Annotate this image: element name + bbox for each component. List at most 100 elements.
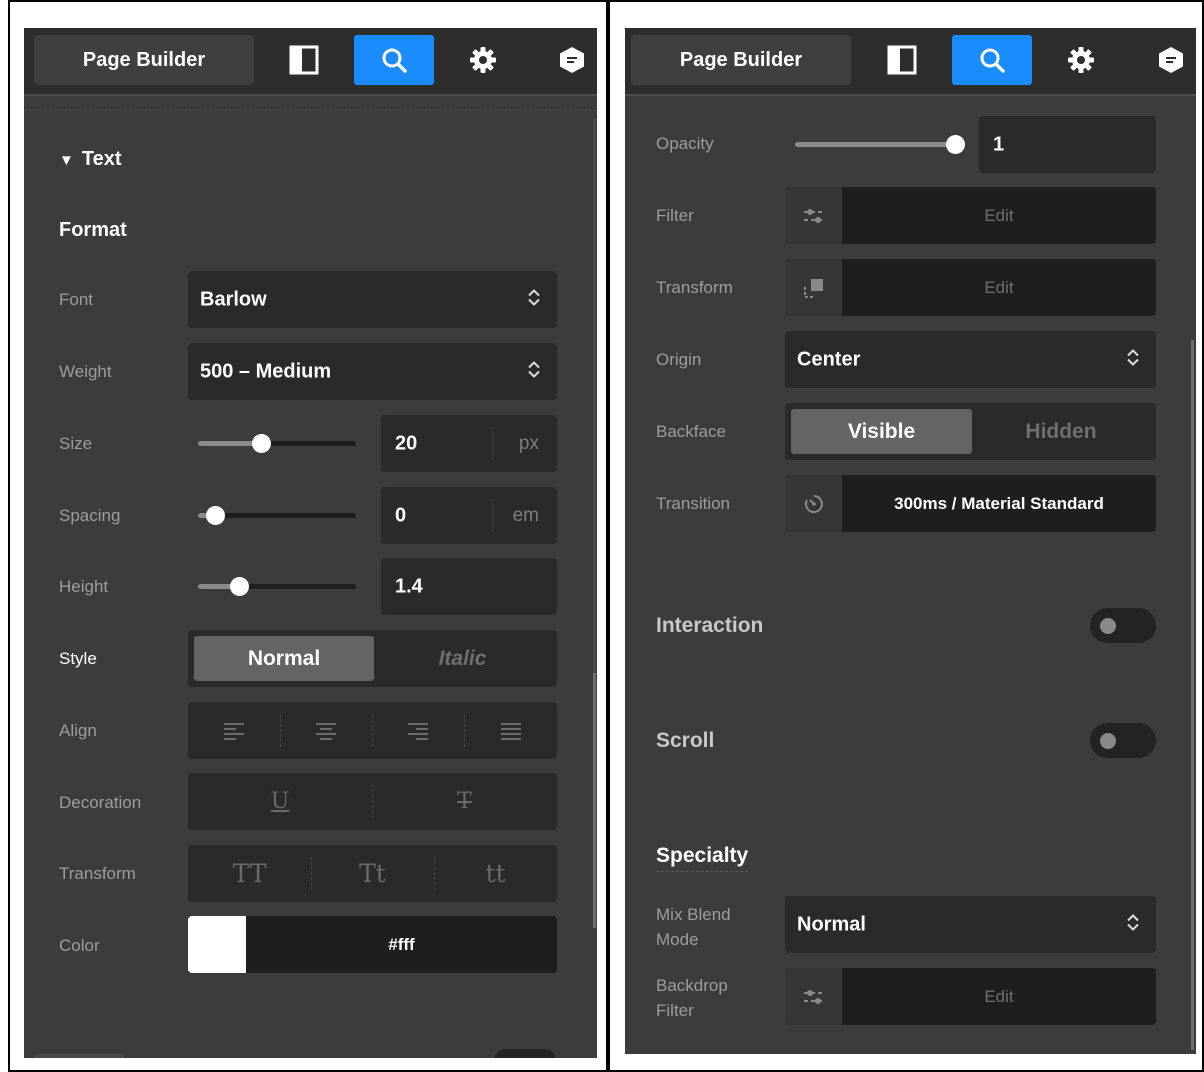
backface-hidden-option[interactable]: Hidden [972,409,1150,454]
transform-label: Transform [59,864,136,883]
search-icon[interactable] [354,35,434,85]
caret-down-icon: ▼ [59,152,74,169]
backdrop-filter-label: Backdrop Filter [656,973,728,1023]
align-right-icon[interactable] [372,702,464,759]
layout-panel-icon[interactable] [279,35,329,85]
filter-edit-button[interactable]: Edit [785,187,1156,244]
chevron-updown-icon [527,359,541,384]
toggle-cutoff [494,1049,556,1058]
decoration-label: Decoration [59,793,142,812]
font-select[interactable]: Barlow [188,271,557,328]
scrollbar-thumb[interactable] [593,673,596,928]
toggle-knob [1100,733,1116,749]
align-justify-icon[interactable] [464,702,557,759]
style-label: Style [59,649,97,668]
backface-label: Backface [656,422,726,441]
decoration-group: U T [188,773,557,830]
underline-icon[interactable]: U [188,773,372,830]
backdrop-filter-edit-button[interactable]: Edit [785,968,1156,1025]
size-label: Size [59,434,93,453]
sliders-icon [785,187,842,244]
filter-label: Filter [656,206,694,225]
spacing-value: 0 [395,504,407,526]
scrollbar-thumb[interactable] [1191,340,1194,1050]
color-value: #fff [388,934,415,954]
gear-icon[interactable] [1056,35,1106,85]
weight-select[interactable]: 500 – Medium [188,343,557,400]
spacing-slider[interactable] [198,506,356,525]
filter-edit-text: Edit [984,205,1014,225]
document-hex-icon[interactable] [1146,35,1196,85]
transform-edit-button[interactable]: Edit [785,259,1156,316]
search-icon[interactable] [952,35,1032,85]
strikethrough-icon[interactable]: T [372,773,557,830]
origin-value: Center [797,348,861,370]
color-swatch[interactable] [188,916,246,973]
layout-panel-icon[interactable] [877,35,927,85]
size-unit: px [518,432,539,454]
scroll-toggle[interactable] [1090,723,1156,758]
align-center-icon[interactable] [280,702,372,759]
section-title: Text [81,148,122,170]
backface-visible-option[interactable]: Visible [791,409,972,454]
mix-blend-label-line2: Mode [656,930,699,949]
divider [492,499,493,532]
style-normal-option[interactable]: Normal [194,636,374,681]
font-value: Barlow [200,288,267,310]
scroll-heading: Scroll [656,729,715,752]
spacing-label: Spacing [59,506,121,525]
backdrop-edit-text: Edit [984,986,1014,1006]
align-group [188,702,557,759]
divider [24,110,597,111]
opacity-slider[interactable] [795,135,965,154]
size-slider[interactable] [198,434,356,453]
weight-value: 500 – Medium [200,360,332,382]
text-settings-panel: Page Builder ▼ Text Format Font Barlow We… [24,28,597,1058]
chevron-updown-icon [527,287,541,312]
height-label: Height [59,577,109,596]
specialty-heading: Specialty [656,844,749,867]
origin-label: Origin [656,350,702,369]
capitalize-option[interactable]: Tt [311,845,434,902]
spacing-input[interactable]: 0 em [381,487,557,544]
chevron-updown-icon [1126,347,1140,372]
height-input[interactable]: 1.4 [381,558,557,615]
chevron-updown-icon [1126,912,1140,937]
section-toggle-text[interactable]: ▼ Text [59,148,122,171]
height-slider[interactable] [198,577,356,596]
slider-knob[interactable] [206,506,226,525]
mix-blend-select[interactable]: Normal [785,896,1156,953]
backface-segmented: Visible Hidden [785,403,1156,460]
origin-select[interactable]: Center [785,331,1156,388]
slider-knob[interactable] [252,434,272,453]
backdrop-label-line1: Backdrop [656,976,728,995]
scrollbar-track[interactable] [593,118,596,698]
lowercase-option[interactable]: tt [434,845,557,902]
page-builder-button[interactable]: Page Builder [631,35,851,85]
transform-edit-text: Edit [984,277,1014,297]
divider [656,871,748,872]
uppercase-option[interactable]: TT [188,845,311,902]
text-transform-group: TT Tt tt [188,845,557,902]
mix-blend-value: Normal [797,913,866,935]
toolbar: Page Builder [625,28,1196,96]
style-italic-option[interactable]: Italic [374,636,551,681]
slider-knob[interactable] [946,135,965,154]
interaction-toggle[interactable] [1090,608,1156,643]
timer-icon [785,475,842,532]
color-picker[interactable]: #fff [188,916,557,973]
transform-label: Transform [656,278,733,297]
interaction-heading: Interaction [656,614,764,637]
page-builder-button[interactable]: Page Builder [34,35,254,85]
opacity-input[interactable]: 1 [979,116,1156,173]
slider-knob[interactable] [230,577,250,596]
lowercase-text: tt [485,859,506,888]
sliders-icon [785,968,842,1025]
slider-fill [795,142,955,147]
document-hex-icon[interactable] [547,35,597,85]
gear-icon[interactable] [458,35,508,85]
transition-value: 300ms / Material Standard [894,493,1104,513]
align-left-icon[interactable] [188,702,280,759]
transition-edit-button[interactable]: 300ms / Material Standard [785,475,1156,532]
size-input[interactable]: 20 px [381,415,557,472]
